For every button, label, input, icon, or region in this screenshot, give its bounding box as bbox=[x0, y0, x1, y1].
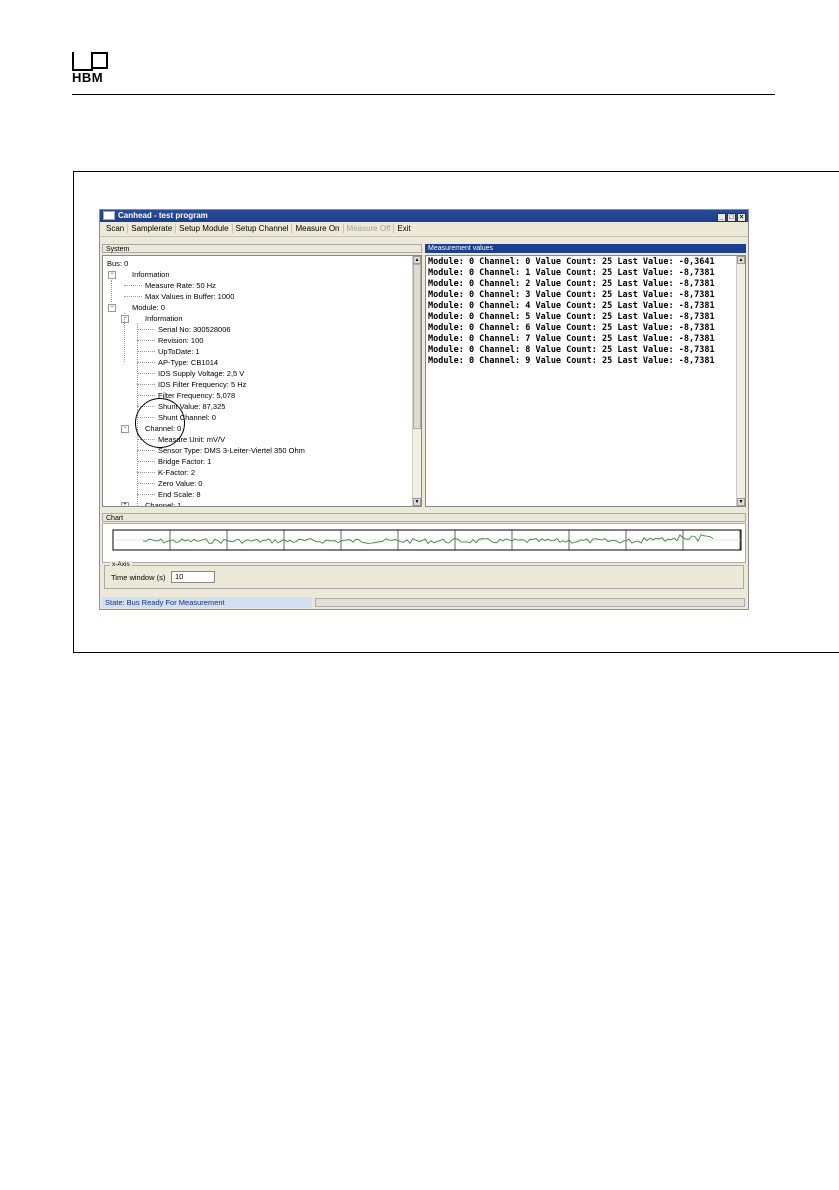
tree-item[interactable]: Max Values in Buffer: 1000 bbox=[145, 291, 234, 302]
logo-text: HBM bbox=[72, 70, 104, 85]
tree-connector bbox=[137, 434, 138, 506]
minimize-button[interactable]: _ bbox=[717, 213, 726, 222]
tree-expander-icon[interactable]: + bbox=[121, 502, 129, 506]
tree-connector bbox=[137, 329, 155, 330]
measurement-scrollbar[interactable]: ▲ ▼ bbox=[736, 256, 745, 506]
tree-connector bbox=[137, 384, 155, 385]
measurement-row: Module: 0 Channel: 4 Value Count: 25 Las… bbox=[428, 301, 715, 311]
tree-connector bbox=[111, 280, 112, 302]
tree-connector bbox=[124, 313, 125, 362]
scroll-down-icon[interactable]: ▼ bbox=[737, 498, 745, 506]
logo-mark-left bbox=[72, 52, 93, 71]
chart-trace bbox=[142, 534, 714, 545]
tree-connector bbox=[137, 373, 155, 374]
status-text: State: Bus Ready For Measurement bbox=[102, 597, 312, 608]
scroll-up-icon[interactable]: ▲ bbox=[413, 256, 421, 264]
tree-expander-icon[interactable]: − bbox=[108, 304, 116, 312]
scroll-thumb[interactable] bbox=[413, 264, 421, 429]
measurement-row: Module: 0 Channel: 6 Value Count: 25 Las… bbox=[428, 323, 715, 333]
x-axis-group: x-Axis Time window (s) 10 bbox=[104, 561, 744, 589]
measurement-panel-header: Measurement values bbox=[425, 244, 746, 253]
tree-item[interactable]: UpToDate: 1 bbox=[158, 346, 200, 357]
tree-item[interactable]: IDS Supply Voltage: 2,5 V bbox=[158, 368, 244, 379]
tree-item[interactable]: Information bbox=[145, 313, 183, 324]
tree-expander-icon[interactable]: − bbox=[108, 271, 116, 279]
tree-item[interactable]: Sensor Type: DMS 3-Leiter-Viertel 350 Oh… bbox=[158, 445, 305, 456]
tree-connector bbox=[137, 362, 155, 363]
menu-bar: Scan Samplerate Setup Module Setup Channel M… bbox=[100, 222, 748, 237]
tree-item[interactable]: Bridge Factor: 1 bbox=[158, 456, 211, 467]
window-title: Canhead - test program bbox=[118, 211, 208, 220]
measurement-row: Module: 0 Channel: 0 Value Count: 25 Las… bbox=[428, 257, 715, 267]
menu-measure-on[interactable]: Measure On bbox=[292, 224, 344, 233]
tree-item[interactable]: End Scale: 8 bbox=[158, 489, 201, 500]
maximize-button[interactable]: □ bbox=[727, 213, 736, 222]
chart-panel-header: Chart bbox=[102, 513, 746, 522]
measurement-list: Module: 0 Channel: 0 Value Count: 25 Las… bbox=[425, 255, 746, 507]
menu-measure-off: Measure Off bbox=[343, 224, 395, 233]
tree-connector bbox=[124, 285, 142, 286]
tree-expander-icon[interactable]: − bbox=[121, 425, 129, 433]
measurement-row: Module: 0 Channel: 7 Value Count: 25 Las… bbox=[428, 334, 715, 344]
tree-connector bbox=[137, 450, 155, 451]
system-tree[interactable]: Bus: 0− Information Measure Rate: 50 Hz Max… bbox=[102, 255, 422, 507]
title-bar[interactable]: Canhead - test program _ □ × bbox=[100, 210, 748, 222]
tree-connector bbox=[137, 483, 155, 484]
menu-setup-module[interactable]: Setup Module bbox=[176, 224, 233, 233]
tree-connector bbox=[137, 395, 155, 396]
menu-setup-channel[interactable]: Setup Channel bbox=[232, 224, 293, 233]
measurement-row: Module: 0 Channel: 1 Value Count: 25 Las… bbox=[428, 268, 715, 278]
measurement-row: Module: 0 Channel: 8 Value Count: 25 Las… bbox=[428, 345, 715, 355]
hbm-logo: HBM bbox=[72, 52, 110, 88]
tree-scrollbar[interactable]: ▲ ▼ bbox=[412, 256, 421, 506]
tree-connector bbox=[137, 461, 155, 462]
tree-item[interactable]: Module: 0 bbox=[132, 302, 165, 313]
tree-item[interactable]: Serial No: 300528006 bbox=[158, 324, 231, 335]
system-panel-header: System bbox=[102, 244, 422, 253]
chart-plot bbox=[112, 529, 742, 551]
app-icon bbox=[103, 211, 115, 221]
progress-bar bbox=[315, 598, 745, 607]
status-bar: State: Bus Ready For Measurement bbox=[102, 597, 746, 608]
chart-area bbox=[102, 523, 746, 563]
tree-item[interactable]: Revision: 100 bbox=[158, 335, 203, 346]
header-rule bbox=[72, 94, 775, 95]
tree-item[interactable]: AP-Type: CB1014 bbox=[158, 357, 218, 368]
tree-item[interactable]: Information bbox=[132, 269, 170, 280]
tree-item[interactable]: IDS Filter Frequency: 5 Hz bbox=[158, 379, 246, 390]
measurement-row: Module: 0 Channel: 3 Value Count: 25 Las… bbox=[428, 290, 715, 300]
measurement-row: Module: 0 Channel: 2 Value Count: 25 Las… bbox=[428, 279, 715, 289]
close-button[interactable]: × bbox=[737, 213, 746, 222]
time-window-input[interactable]: 10 bbox=[171, 571, 215, 583]
tree-expander-icon[interactable]: − bbox=[121, 315, 129, 323]
time-window-label: Time window (s) bbox=[111, 573, 166, 582]
tree-item[interactable]: Zero Value: 0 bbox=[158, 478, 202, 489]
tree-connector bbox=[137, 340, 155, 341]
tree-connector bbox=[137, 472, 155, 473]
measurement-row: Module: 0 Channel: 5 Value Count: 25 Las… bbox=[428, 312, 715, 322]
tree-connector bbox=[137, 494, 155, 495]
measurement-row: Module: 0 Channel: 9 Value Count: 25 Las… bbox=[428, 356, 715, 366]
menu-scan[interactable]: Scan bbox=[103, 224, 129, 233]
highlight-circle bbox=[135, 398, 185, 448]
menu-exit[interactable]: Exit bbox=[394, 224, 413, 233]
tree-item[interactable]: Channel: 1 bbox=[145, 500, 181, 506]
menu-samplerate[interactable]: Samplerate bbox=[128, 224, 177, 233]
tree-item[interactable]: Bus: 0 bbox=[107, 258, 128, 269]
scroll-down-icon[interactable]: ▼ bbox=[413, 498, 421, 506]
logo-mark-right bbox=[91, 52, 108, 69]
tree-item[interactable]: K-Factor: 2 bbox=[158, 467, 195, 478]
x-axis-legend: x-Axis bbox=[110, 561, 132, 568]
tree-connector bbox=[137, 351, 155, 352]
tree-connector bbox=[124, 296, 142, 297]
app-window: Canhead - test program _ □ × Scan Samplerat… bbox=[99, 209, 749, 610]
scroll-up-icon[interactable]: ▲ bbox=[737, 256, 745, 264]
window-controls: _ □ × bbox=[716, 211, 746, 223]
tree-item[interactable]: Measure Rate: 50 Hz bbox=[145, 280, 216, 291]
